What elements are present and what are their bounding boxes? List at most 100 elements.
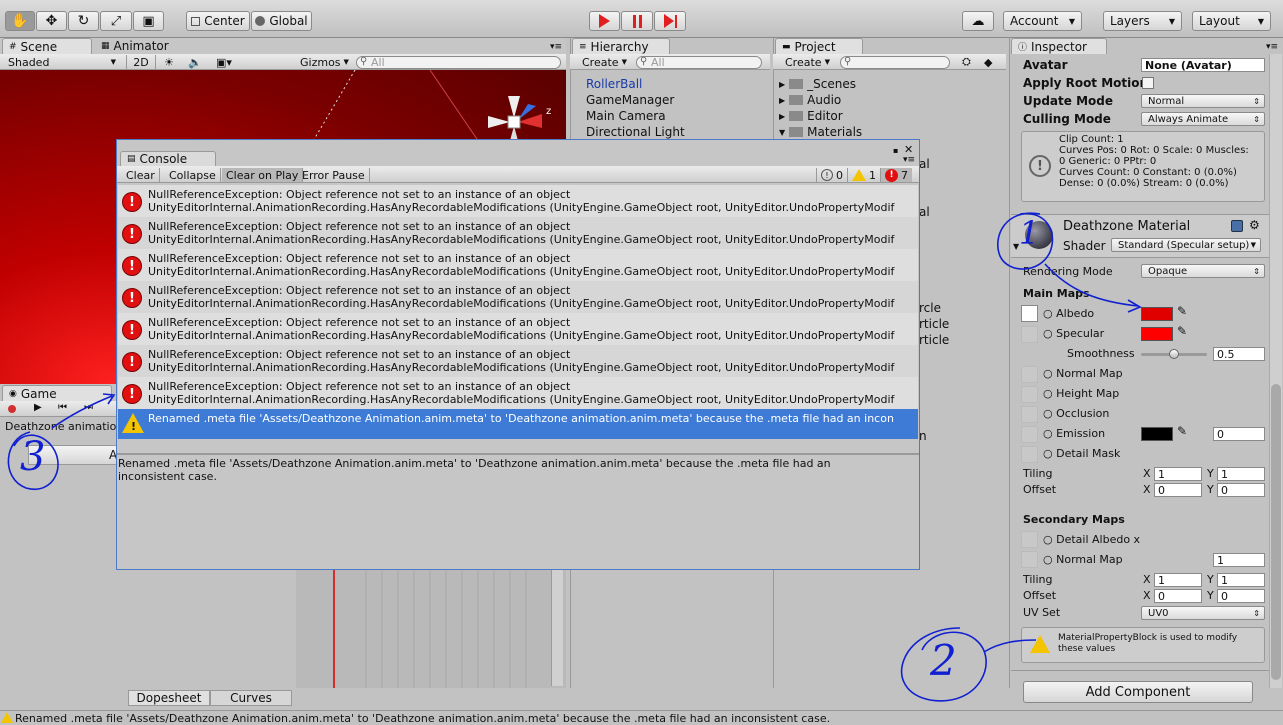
tiling2-y-field[interactable]: 1 — [1217, 573, 1265, 587]
detail-albedo-slot[interactable] — [1021, 531, 1038, 548]
scale-tool-button[interactable]: ⤢ — [100, 11, 132, 31]
normal-map-slot[interactable] — [1021, 366, 1038, 383]
console-entry-error[interactable]: ! NullReferenceException: Object referenc… — [118, 281, 918, 313]
console-entry-error[interactable]: ! NullReferenceException: Object referenc… — [118, 185, 918, 217]
albedo-color-swatch[interactable] — [1141, 307, 1173, 321]
apply-root-motion-checkbox[interactable] — [1142, 77, 1154, 89]
tiling-y-field[interactable]: 1 — [1217, 467, 1265, 481]
project-hidden-item[interactable]: rcle — [919, 301, 941, 315]
hierarchy-item-main-camera[interactable]: Main Camera — [586, 109, 666, 123]
add-component-button[interactable]: Add Component — [1023, 681, 1253, 703]
tab-project[interactable]: ▬ Project — [775, 38, 863, 54]
timeline-area[interactable] — [296, 568, 566, 693]
smoothness-slider-knob[interactable] — [1169, 349, 1179, 359]
console-clear-on-play-button[interactable]: Clear on Play — [222, 168, 304, 182]
console-info-toggle[interactable]: ! 0 — [816, 168, 847, 182]
tab-inspector[interactable]: ⓘ Inspector — [1011, 38, 1107, 54]
project-hidden-item[interactable]: al — [919, 205, 930, 219]
emission-color-swatch[interactable] — [1141, 427, 1173, 441]
tab-animator[interactable]: ▦ Animator — [95, 38, 195, 54]
project-hidden-item[interactable]: n — [919, 429, 927, 443]
tiling-x-field[interactable]: 1 — [1154, 467, 1202, 481]
rect-tool-button[interactable]: ▣ — [133, 11, 164, 31]
offset-y-field[interactable]: 0 — [1217, 483, 1265, 497]
panel-menu-icon[interactable]: ▾≡ — [1266, 42, 1278, 52]
filter-label-button[interactable]: ◆ — [980, 55, 996, 69]
space-toggle[interactable]: Global — [251, 11, 312, 31]
panel-menu-icon[interactable]: ▾≡ — [903, 155, 915, 165]
collab-button[interactable]: ☁ — [962, 11, 994, 31]
hand-tool-button[interactable]: ✋ — [5, 11, 35, 31]
pause-button[interactable] — [621, 11, 653, 31]
culling-mode-dropdown[interactable]: Always Animate ⇕ — [1141, 112, 1265, 126]
tab-game[interactable]: ◉ Game — [2, 385, 112, 401]
inspector-scrollbar[interactable] — [1269, 54, 1282, 688]
specular-color-swatch[interactable] — [1141, 327, 1173, 341]
console-error-pause-button[interactable]: Error Pause — [298, 168, 370, 182]
project-search-input[interactable]: ⚲ — [840, 56, 950, 69]
update-mode-dropdown[interactable]: Normal ⇕ — [1141, 94, 1265, 108]
uv-set-dropdown[interactable]: UV0 ⇕ — [1141, 606, 1265, 620]
scene-search-input[interactable]: ⚲ All — [356, 56, 561, 69]
offset2-x-field[interactable]: 0 — [1154, 589, 1202, 603]
normal-map2-slot[interactable] — [1021, 551, 1038, 568]
timeline-scrollbar[interactable] — [551, 568, 563, 686]
console-entry-error[interactable]: ! NullReferenceException: Object referenc… — [118, 217, 918, 249]
move-tool-button[interactable]: ✥ — [36, 11, 67, 31]
play-anim-button[interactable]: ▶ — [34, 402, 42, 413]
help-icon[interactable] — [1231, 220, 1243, 232]
offset-x-field[interactable]: 0 — [1154, 483, 1202, 497]
rotate-tool-button[interactable]: ↻ — [68, 11, 99, 31]
eyedropper-icon[interactable]: ✎ — [1177, 424, 1187, 438]
occlusion-slot[interactable] — [1021, 406, 1038, 423]
project-folder-materials[interactable]: ▼ Materials — [779, 125, 862, 139]
project-create-dropdown[interactable]: Create ▼ — [781, 55, 834, 69]
shader-dropdown[interactable]: Standard (Specular setup) ▼ — [1111, 238, 1261, 252]
console-maximize-icon[interactable]: ▪ — [893, 146, 898, 155]
smoothness-value-field[interactable]: 0.5 — [1213, 347, 1265, 361]
albedo-texture-slot[interactable] — [1021, 305, 1038, 322]
console-entry-warning[interactable]: ! Renamed .meta file 'Assets/Deathzone A… — [118, 409, 918, 439]
console-entry-error[interactable]: ! NullReferenceException: Object referenc… — [118, 313, 918, 345]
avatar-field[interactable]: None (Avatar) — [1141, 58, 1265, 72]
project-folder-editor[interactable]: ▶ Editor — [779, 109, 843, 123]
tab-hierarchy[interactable]: ≡ Hierarchy — [572, 38, 670, 54]
console-entry-error[interactable]: ! NullReferenceException: Object referenc… — [118, 377, 918, 409]
tab-dopesheet[interactable]: Dopesheet — [128, 690, 210, 706]
hierarchy-item-gamemanager[interactable]: GameManager — [586, 93, 674, 107]
tab-curves[interactable]: Curves — [210, 690, 292, 706]
step-button[interactable] — [654, 11, 686, 31]
gizmos-dropdown[interactable]: Gizmos ▼ — [296, 55, 353, 69]
prev-key-button[interactable]: ⏮ — [58, 402, 67, 413]
tab-console[interactable]: ▤ Console — [120, 151, 216, 166]
console-collapse-button[interactable]: Collapse — [165, 168, 221, 182]
hierarchy-item-rollerball[interactable]: RollerBall — [586, 77, 642, 91]
emission-value-field[interactable]: 0 — [1213, 427, 1265, 441]
rendering-mode-dropdown[interactable]: Opaque ⇕ — [1141, 264, 1265, 278]
account-dropdown[interactable]: Account ▼ — [1003, 11, 1082, 31]
project-hidden-item[interactable]: al — [919, 157, 930, 171]
normal-map2-scale-field[interactable]: 1 — [1213, 553, 1265, 567]
next-key-button[interactable]: ⏭ — [84, 402, 93, 413]
emission-slot[interactable] — [1021, 426, 1038, 443]
gear-icon[interactable]: ⚙ — [1249, 218, 1260, 232]
console-clear-button[interactable]: Clear — [122, 168, 160, 182]
shading-mode-dropdown[interactable]: Shaded ▼ — [2, 55, 120, 69]
effects-dropdown[interactable]: ▣▾ — [212, 55, 236, 69]
pivot-toggle[interactable]: Center — [186, 11, 250, 31]
2d-toggle[interactable]: 2D — [126, 55, 156, 69]
hierarchy-search-input[interactable]: ⚲ All — [636, 56, 762, 69]
audio-toggle[interactable]: 🔈 — [184, 55, 206, 69]
hierarchy-item-directional-light[interactable]: Directional Light — [586, 125, 685, 139]
hierarchy-create-dropdown[interactable]: Create ▼ — [578, 55, 631, 69]
play-button[interactable] — [589, 11, 620, 31]
project-folder-audio[interactable]: ▶ Audio — [779, 93, 841, 107]
console-error-toggle[interactable]: ! 7 — [880, 168, 912, 182]
height-map-slot[interactable] — [1021, 386, 1038, 403]
project-hidden-item[interactable]: rticle — [919, 333, 949, 347]
tiling2-x-field[interactable]: 1 — [1154, 573, 1202, 587]
tab-scene[interactable]: # Scene — [2, 38, 92, 54]
detail-mask-slot[interactable] — [1021, 446, 1038, 463]
record-button[interactable] — [8, 405, 16, 413]
console-entry-error[interactable]: ! NullReferenceException: Object referenc… — [118, 345, 918, 377]
